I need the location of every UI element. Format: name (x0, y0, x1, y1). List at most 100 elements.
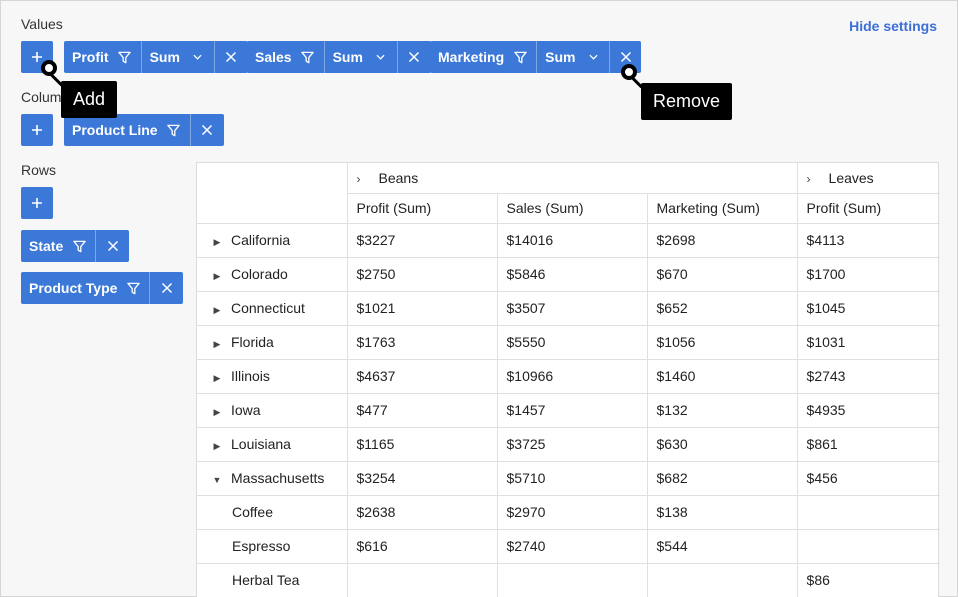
row-label: Coffee (232, 504, 273, 520)
table-cell: $5550 (497, 325, 648, 360)
add-row-button[interactable] (21, 187, 53, 219)
column-header: Profit (Sum) (797, 193, 941, 224)
filter-icon (117, 49, 133, 65)
plus-icon (32, 125, 42, 135)
chevron-right-icon: › (806, 171, 811, 186)
table-row: ▶ Colorado $2750 $5846 $670 $1700 (197, 257, 941, 292)
add-column-button[interactable] (21, 114, 53, 146)
close-icon (223, 49, 239, 65)
table-cell: $5710 (497, 461, 648, 496)
values-label: Values (21, 16, 63, 32)
row-chip-name[interactable]: State (21, 230, 97, 262)
row-header[interactable]: ▶ California (197, 223, 348, 258)
table-cell: $2970 (497, 495, 648, 530)
table-cell: $1031 (797, 325, 941, 360)
caret-right-icon[interactable]: ▶ (209, 305, 225, 316)
table-row: ▶ Connecticut $1021 $3507 $652 $1045 (197, 291, 941, 326)
caret-right-icon[interactable]: ▶ (209, 441, 225, 452)
rows-label: Rows (21, 162, 57, 178)
table-cell (797, 529, 941, 564)
row-chip-state: State (21, 230, 130, 262)
caret-right-icon[interactable]: ▶ (209, 237, 225, 248)
caret-right-icon[interactable]: ▶ (209, 271, 225, 282)
close-icon (105, 238, 121, 254)
table-cell: $1045 (797, 291, 941, 326)
row-label: Espresso (232, 538, 291, 554)
row-chip-name[interactable]: Product Type (21, 272, 151, 304)
aggregation-dropdown[interactable]: Sum (537, 41, 611, 73)
row-header: Coffee (197, 495, 348, 530)
aggregation-dropdown[interactable]: Sum (325, 41, 398, 73)
column-header: Marketing (Sum) (647, 193, 798, 224)
table-cell: $2740 (497, 529, 648, 564)
filter-icon (125, 280, 141, 296)
value-chip-sales: Sales Sum (247, 41, 431, 73)
column-group-header[interactable]: › Leaves (797, 163, 941, 194)
table-cell: $132 (647, 393, 798, 428)
row-header[interactable]: ▶ Colorado (197, 257, 348, 292)
row-header[interactable]: ▶ Illinois (197, 359, 348, 394)
table-cell: $3507 (497, 291, 648, 326)
chevron-down-icon (373, 49, 389, 65)
remove-row-button[interactable] (150, 272, 183, 304)
value-chip-name[interactable]: Profit (64, 41, 142, 73)
table-cell: $3254 (347, 461, 498, 496)
remove-row-button[interactable] (96, 230, 129, 262)
table-cell: $1165 (347, 427, 498, 462)
table-cell: $10966 (497, 359, 648, 394)
close-icon (199, 122, 215, 138)
table-cell: $4637 (347, 359, 498, 394)
close-icon (406, 49, 422, 65)
columns-label: Colum (21, 89, 62, 105)
table-cell: $682 (647, 461, 798, 496)
plus-icon (32, 198, 42, 208)
table-cell: $652 (647, 291, 798, 326)
table-cell: $138 (647, 495, 798, 530)
close-icon (159, 280, 175, 296)
row-header[interactable]: ▶ Louisiana (197, 427, 348, 462)
table-row: ▼ Massachusetts $3254 $5710 $682 $456 (197, 461, 941, 496)
row-header[interactable]: ▶ Iowa (197, 393, 348, 428)
table-cell: $2743 (797, 359, 941, 394)
chevron-right-icon: › (356, 171, 361, 186)
aggregation-dropdown[interactable]: Sum (142, 41, 215, 73)
table-cell (797, 495, 941, 530)
caret-down-icon[interactable]: ▼ (209, 475, 225, 485)
table-cell: $3227 (347, 223, 498, 258)
remove-value-button[interactable] (398, 41, 431, 73)
caret-right-icon[interactable]: ▶ (209, 373, 225, 384)
table-cell: $1700 (797, 257, 941, 292)
row-label: Herbal Tea (232, 572, 300, 588)
add-tooltip: Add (61, 81, 118, 118)
table-row: ▶ Iowa $477 $1457 $132 $4935 (197, 393, 941, 428)
table-cell (497, 563, 648, 597)
table-cell: $86 (797, 563, 941, 597)
table-cell: $2638 (347, 495, 498, 530)
value-chip-name[interactable]: Marketing (430, 41, 538, 73)
column-chip-name[interactable]: Product Line (64, 114, 191, 146)
row-header[interactable]: ▶ Florida (197, 325, 348, 360)
remove-value-button[interactable] (215, 41, 248, 73)
remove-column-button[interactable] (191, 114, 224, 146)
filter-icon (166, 122, 182, 138)
row-label: Florida (231, 334, 274, 350)
row-header[interactable]: ▼ Massachusetts (197, 461, 348, 496)
value-chip-profit: Profit Sum (64, 41, 248, 73)
close-icon (618, 49, 634, 65)
table-cell: $456 (797, 461, 941, 496)
hide-settings-link[interactable]: Hide settings (849, 18, 937, 34)
chevron-down-icon (585, 49, 601, 65)
table-row: ▶ Florida $1763 $5550 $1056 $1031 (197, 325, 941, 360)
value-chip-name[interactable]: Sales (247, 41, 325, 73)
row-label: Massachusetts (231, 470, 325, 486)
pivot-grid: › Beans › Leaves Profit (Sum) Sales (Sum) … (196, 162, 941, 597)
caret-right-icon[interactable]: ▶ (209, 339, 225, 350)
filter-icon (512, 49, 528, 65)
row-header: Espresso (197, 529, 348, 564)
remove-tooltip-pin (621, 64, 637, 80)
row-label: Connecticut (231, 300, 305, 316)
column-group-header[interactable]: › Beans (347, 163, 798, 194)
row-header[interactable]: ▶ Connecticut (197, 291, 348, 326)
caret-right-icon[interactable]: ▶ (209, 407, 225, 418)
table-cell: $5846 (497, 257, 648, 292)
